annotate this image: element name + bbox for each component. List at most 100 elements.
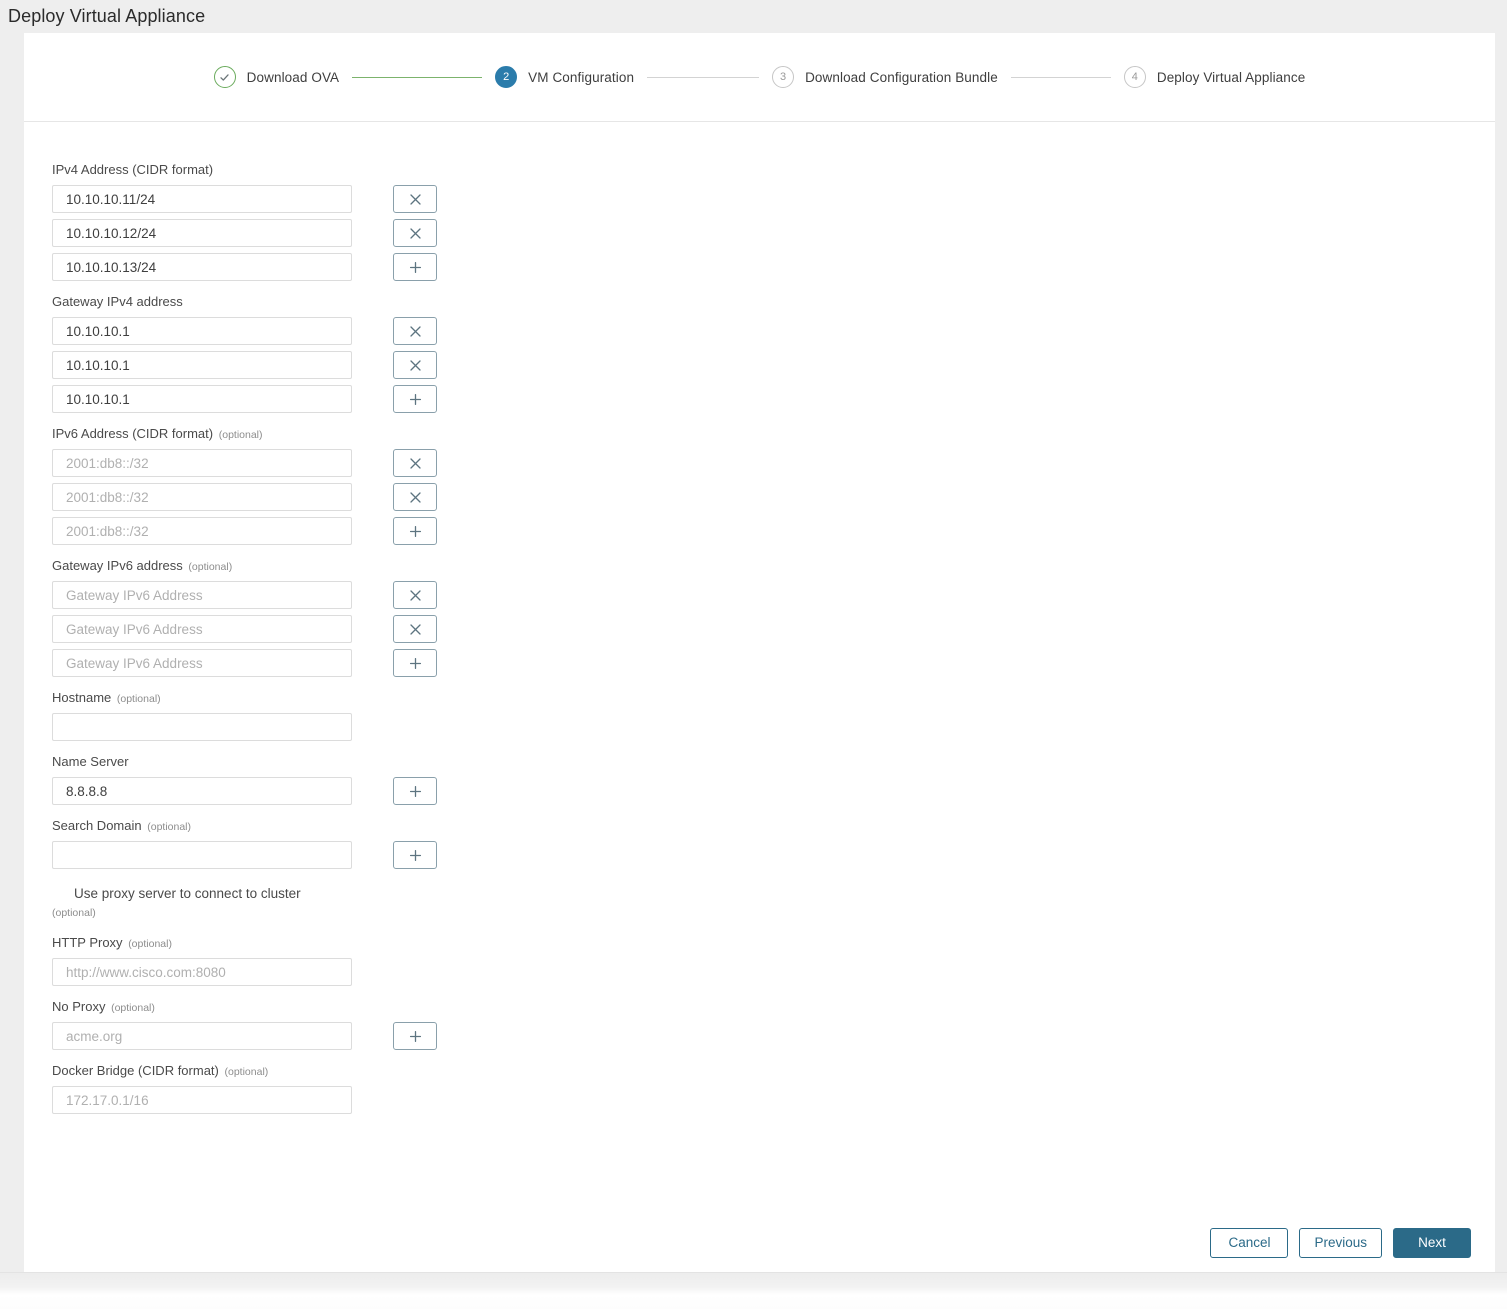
step-download-ova[interactable]: Download OVA <box>213 66 340 88</box>
label-search-domain: Search Domain (optional) <box>52 817 482 836</box>
field-group-docker-bridge: Docker Bridge (CIDR format) (optional) <box>52 1062 482 1114</box>
gateway-ipv6-input-2[interactable] <box>52 615 352 643</box>
bottom-strip-edge <box>0 1272 1507 1273</box>
wizard-stepper: Download OVA 2 VM Configuration 3 Downlo… <box>24 33 1495 121</box>
label-gateway-ipv4: Gateway IPv4 address <box>52 293 482 312</box>
label-gateway-ipv6: Gateway IPv6 address (optional) <box>52 557 482 576</box>
step-number-4: 4 <box>1123 66 1146 88</box>
input-row <box>52 777 482 805</box>
app-window: Deploy Virtual Appliance Download OVA 2 … <box>0 0 1507 1309</box>
ipv6-address-input-2[interactable] <box>52 483 352 511</box>
previous-button[interactable]: Previous <box>1299 1227 1382 1258</box>
label-ipv6-address: IPv6 Address (CIDR format) (optional) <box>52 425 482 444</box>
add-name-server-button[interactable] <box>393 777 437 805</box>
right-gutter <box>1495 33 1507 1272</box>
input-row <box>52 185 482 213</box>
hostname-input[interactable] <box>52 713 352 741</box>
cancel-button[interactable]: Cancel <box>1210 1227 1289 1258</box>
header-divider <box>24 121 1495 122</box>
optional-tag: (optional) <box>224 1066 269 1078</box>
label-name-server: Name Server <box>52 753 482 772</box>
ipv6-address-input-3[interactable] <box>52 517 352 545</box>
wizard-card: Download OVA 2 VM Configuration 3 Downlo… <box>24 33 1495 1272</box>
gateway-ipv6-input-1[interactable] <box>52 581 352 609</box>
input-row <box>52 615 482 643</box>
ipv4-address-input-2[interactable] <box>52 219 352 247</box>
step-connector-3 <box>1010 76 1111 78</box>
next-button[interactable]: Next <box>1393 1227 1471 1258</box>
gateway-ipv6-input-3[interactable] <box>52 649 352 677</box>
remove-gateway-ipv4-button-2[interactable] <box>393 351 437 379</box>
field-group-no-proxy: No Proxy (optional) <box>52 998 482 1050</box>
field-group-search-domain: Search Domain (optional) <box>52 817 482 869</box>
field-group-hostname: Hostname (optional) <box>52 689 482 741</box>
field-group-gateway-ipv4: Gateway IPv4 address <box>52 293 482 413</box>
remove-ipv4-address-button-2[interactable] <box>393 219 437 247</box>
search-domain-input[interactable] <box>52 841 352 869</box>
input-row <box>52 385 482 413</box>
add-gateway-ipv6-button[interactable] <box>393 649 437 677</box>
remove-gateway-ipv6-button-2[interactable] <box>393 615 437 643</box>
window-bottom-strip <box>0 1272 1507 1309</box>
gateway-ipv4-input-1[interactable] <box>52 317 352 345</box>
optional-tag: (optional) <box>111 1002 155 1014</box>
step-connector-1 <box>352 76 483 78</box>
remove-ipv6-address-button-2[interactable] <box>393 483 437 511</box>
remove-ipv6-address-button-1[interactable] <box>393 449 437 477</box>
input-row <box>52 253 482 281</box>
field-group-ipv4-address: IPv4 Address (CIDR format) <box>52 161 482 281</box>
wizard-footer: Cancel Previous Next <box>24 1213 1495 1272</box>
check-icon <box>213 66 236 88</box>
label-text: Gateway IPv4 address <box>52 294 183 309</box>
step-download-configuration-bundle[interactable]: 3 Download Configuration Bundle <box>772 66 998 88</box>
remove-ipv4-address-button-1[interactable] <box>393 185 437 213</box>
step-vm-configuration[interactable]: 2 VM Configuration <box>495 66 634 88</box>
step-deploy-virtual-appliance[interactable]: 4 Deploy Virtual Appliance <box>1123 66 1306 88</box>
gateway-ipv4-input-2[interactable] <box>52 351 352 379</box>
ipv4-address-input-1[interactable] <box>52 185 352 213</box>
http-proxy-input[interactable] <box>52 958 352 986</box>
input-row <box>52 581 482 609</box>
input-row <box>52 713 482 741</box>
field-group-ipv6-address: IPv6 Address (CIDR format) (optional) <box>52 425 482 545</box>
window-titlebar <box>0 0 1507 33</box>
optional-tag: (optional) <box>116 693 161 705</box>
input-row <box>52 317 482 345</box>
field-group-gateway-ipv6: Gateway IPv6 address (optional) <box>52 557 482 677</box>
use-proxy-server-checkbox[interactable]: Use proxy server to connect to cluster <box>74 885 482 903</box>
name-server-input[interactable] <box>52 777 352 805</box>
ipv4-address-input-3[interactable] <box>52 253 352 281</box>
label-text: IPv6 Address (CIDR format) <box>52 426 214 441</box>
add-no-proxy-button[interactable] <box>393 1022 437 1050</box>
use-proxy-server-optional-tag: (optional) <box>52 907 96 919</box>
ipv6-address-input-1[interactable] <box>52 449 352 477</box>
step-number-2: 2 <box>495 66 518 88</box>
step-label-2: VM Configuration <box>528 69 635 85</box>
label-http-proxy: HTTP Proxy (optional) <box>52 934 482 953</box>
docker-bridge-input[interactable] <box>52 1086 352 1114</box>
field-group-name-server: Name Server <box>52 753 482 805</box>
add-ipv6-address-button[interactable] <box>393 517 437 545</box>
add-gateway-ipv4-button[interactable] <box>393 385 437 413</box>
label-text: IPv4 Address (CIDR format) <box>52 162 214 177</box>
step-label-1: Download OVA <box>246 69 340 85</box>
no-proxy-input[interactable] <box>52 1022 352 1050</box>
gateway-ipv4-input-3[interactable] <box>52 385 352 413</box>
add-ipv4-address-button[interactable] <box>393 253 437 281</box>
optional-tag: (optional) <box>188 561 233 573</box>
input-row <box>52 1086 482 1114</box>
left-gutter <box>0 33 24 1272</box>
page-title: Deploy Virtual Appliance <box>8 6 206 26</box>
label-no-proxy: No Proxy (optional) <box>52 998 482 1017</box>
step-label-4: Deploy Virtual Appliance <box>1156 69 1306 85</box>
label-text: Name Server <box>52 754 129 769</box>
label-text: No Proxy <box>52 999 106 1014</box>
optional-tag: (optional) <box>128 938 172 950</box>
add-search-domain-button[interactable] <box>393 841 437 869</box>
input-row <box>52 351 482 379</box>
remove-gateway-ipv4-button-1[interactable] <box>393 317 437 345</box>
label-text: Hostname <box>52 690 112 705</box>
remove-gateway-ipv6-button-1[interactable] <box>393 581 437 609</box>
label-text: Docker Bridge (CIDR format) <box>52 1063 219 1078</box>
input-row <box>52 517 482 545</box>
